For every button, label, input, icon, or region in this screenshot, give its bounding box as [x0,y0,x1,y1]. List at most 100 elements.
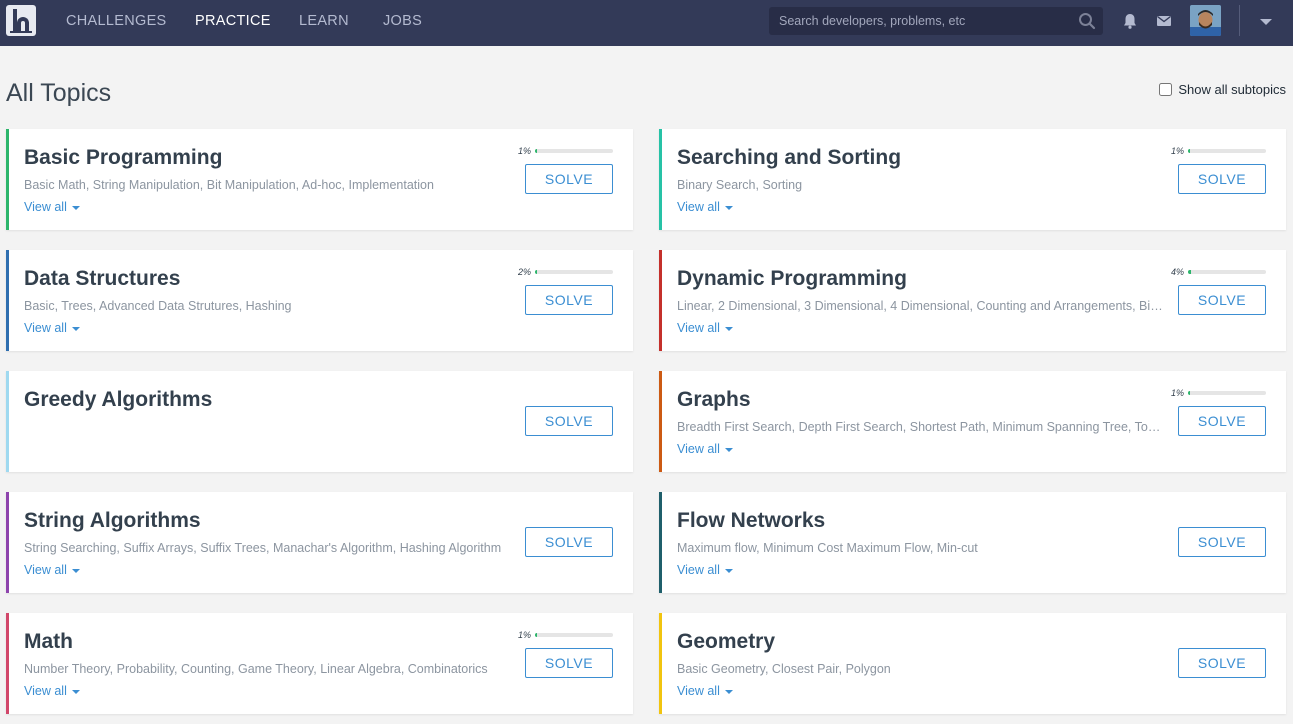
topic-card: Searching and Sorting Binary Search, Sort… [659,129,1286,230]
progress-percent: 4% [1171,267,1185,277]
caret-down-icon [724,568,733,573]
avatar[interactable] [1190,5,1221,36]
topic-subtopics: String Searching, Suffix Arrays, Suffix … [24,541,502,555]
progress-fill [1188,270,1192,274]
topic-card: Flow Networks Maximum flow, Minimum Cost … [659,492,1286,593]
caret-down-icon [724,326,733,331]
topic-title[interactable]: Dynamic Programming [677,267,907,291]
progress-fill [535,149,537,153]
show-subtopics-checkbox[interactable] [1159,83,1173,96]
progress-bar [1188,391,1266,395]
view-all-link[interactable]: View all [677,200,733,214]
solve-button[interactable]: SOLVE [525,164,613,194]
topic-subtopics: Maximum flow, Minimum Cost Maximum Flow,… [677,541,978,555]
solve-button[interactable]: SOLVE [525,527,613,557]
progress-fill [1188,391,1190,395]
view-all-link[interactable]: View all [677,442,733,456]
view-all-label: View all [24,563,67,577]
topic-card: String Algorithms String Searching, Suffi… [6,492,633,593]
topic-card: Greedy Algorithms SOLVE [6,371,633,472]
search-bar [769,7,1103,35]
mail-icon[interactable] [1155,12,1173,30]
view-all-label: View all [677,563,720,577]
view-all-link[interactable]: View all [677,563,733,577]
view-all-link[interactable]: View all [24,563,80,577]
progress-bar [1188,149,1266,153]
progress-bar [535,633,613,637]
solve-button[interactable]: SOLVE [525,285,613,315]
caret-down-icon [724,689,733,694]
view-all-label: View all [677,200,720,214]
view-all-link[interactable]: View all [677,321,733,335]
progress-bar [535,149,613,153]
topic-subtopics: Binary Search, Sorting [677,178,803,192]
solve-button[interactable]: SOLVE [525,406,613,436]
caret-down-icon [724,205,733,210]
topic-title[interactable]: Flow Networks [677,509,825,533]
topic-subtopics: Basic Math, String Manipulation, Bit Man… [24,178,434,192]
view-all-label: View all [677,442,720,456]
progress-bar [1188,270,1266,274]
topic-title[interactable]: Data Structures [24,267,180,291]
solve-button[interactable]: SOLVE [525,648,613,678]
progress-indicator: 1% [1171,388,1266,398]
view-all-label: View all [24,684,67,698]
progress-indicator: 1% [518,146,613,156]
topic-subtopics: Breadth First Search, Depth First Search… [677,420,1166,434]
topic-title[interactable]: Graphs [677,388,751,412]
topic-subtopics: Basic Geometry, Closest Pair, Polygon [677,662,891,676]
progress-fill [1188,149,1190,153]
topic-card: Data Structures Basic, Trees, Advanced Da… [6,250,633,351]
topic-subtopics: Number Theory, Probability, Counting, Ga… [24,662,488,676]
solve-button[interactable]: SOLVE [1178,406,1266,436]
progress-indicator: 4% [1171,267,1266,277]
progress-percent: 1% [518,630,532,640]
view-all-label: View all [677,321,720,335]
nav-divider [1239,5,1240,36]
topic-card: Basic Programming Basic Math, String Mani… [6,129,633,230]
view-all-link[interactable]: View all [24,321,80,335]
caret-down-icon [71,689,80,694]
solve-button[interactable]: SOLVE [1178,648,1266,678]
topic-title[interactable]: Searching and Sorting [677,146,901,170]
solve-button[interactable]: SOLVE [1178,527,1266,557]
topic-title[interactable]: Greedy Algorithms [24,388,212,412]
view-all-link[interactable]: View all [677,684,733,698]
topic-title[interactable]: Math [24,630,73,654]
caret-down-icon [71,326,80,331]
progress-indicator: 2% [518,267,613,277]
view-all-link[interactable]: View all [24,200,80,214]
search-icon[interactable] [1078,12,1096,30]
nav-challenges[interactable]: CHALLENGES [66,13,167,29]
solve-button[interactable]: SOLVE [1178,285,1266,315]
topic-subtopics: Basic, Trees, Advanced Data Strutures, H… [24,299,292,313]
progress-percent: 1% [518,146,532,156]
topic-title[interactable]: Basic Programming [24,146,222,170]
bell-icon[interactable] [1121,12,1139,30]
nav-jobs[interactable]: JOBS [383,13,422,29]
search-input[interactable] [769,7,1069,35]
topic-title[interactable]: String Algorithms [24,509,201,533]
progress-indicator: 1% [518,630,613,640]
progress-indicator: 1% [1171,146,1266,156]
topic-card: Math Number Theory, Probability, Counting… [6,613,633,714]
topic-card: Dynamic Programming Linear, 2 Dimensional… [659,250,1286,351]
top-navbar: CHALLENGES PRACTICE LEARN JOBS [0,0,1293,46]
nav-practice[interactable]: PRACTICE [195,13,271,29]
caret-down-icon [71,205,80,210]
view-all-label: View all [677,684,720,698]
show-subtopics-toggle[interactable]: Show all subtopics [1159,82,1286,97]
view-all-link[interactable]: View all [24,684,80,698]
progress-percent: 1% [1171,388,1185,398]
nav-learn[interactable]: LEARN [299,13,349,29]
topic-title[interactable]: Geometry [677,630,775,654]
view-all-label: View all [24,321,67,335]
hackerearth-logo[interactable] [6,5,36,36]
view-all-label: View all [24,200,67,214]
progress-fill [535,633,537,637]
chevron-down-icon[interactable] [1257,14,1275,32]
progress-percent: 1% [1171,146,1185,156]
progress-bar [535,270,613,274]
caret-down-icon [71,568,80,573]
solve-button[interactable]: SOLVE [1178,164,1266,194]
